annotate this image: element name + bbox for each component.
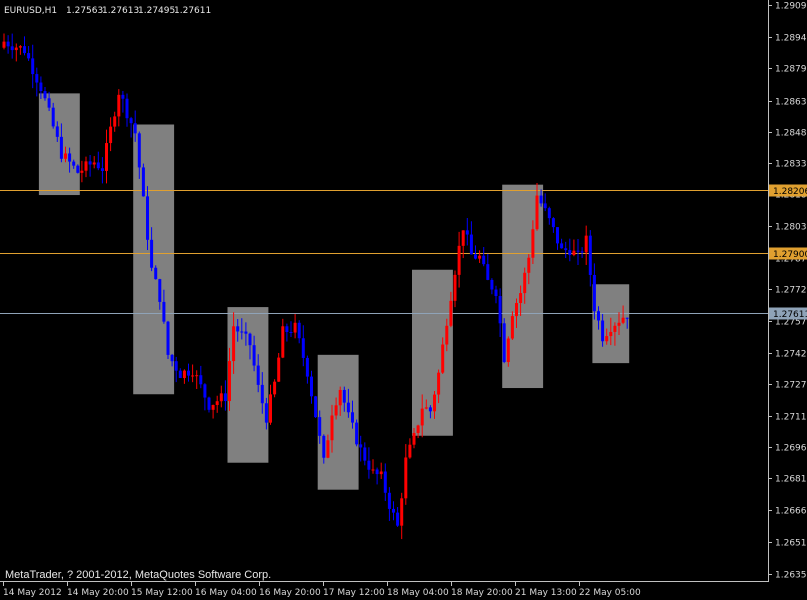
price-tick-6: 1.28335	[768, 160, 807, 170]
time-tick-8: 18 May 20:00	[451, 581, 513, 598]
svg-text:14 May 20:00: 14 May 20:00	[67, 588, 129, 598]
svg-text:1.26510: 1.26510	[775, 539, 807, 549]
level-tag-1: 1.28206	[769, 184, 807, 197]
svg-text:1.27900: 1.27900	[773, 250, 807, 260]
svg-text:1.28940: 1.28940	[775, 34, 807, 44]
copyright-notice: MetaTrader, ? 2001-2012, MetaQuotes Soft…	[5, 569, 271, 581]
svg-text:21 May 13:00: 21 May 13:00	[515, 588, 577, 598]
svg-text:1.27725: 1.27725	[775, 286, 807, 296]
time-tick-2: 14 May 20:00	[67, 581, 129, 598]
price-tick-14: 1.27115	[768, 413, 807, 423]
ohlc-open: 1.27563	[66, 6, 103, 16]
svg-text:1.29095: 1.29095	[775, 2, 807, 12]
time-axis: 14 May 2012 14 May 20:00 15 May 12:00 16 Ma…	[3, 581, 641, 598]
svg-text:1.27420: 1.27420	[775, 350, 807, 360]
candle-77	[314, 395, 318, 418]
ohlc-high: 1.27613	[102, 6, 139, 16]
time-tick-5: 16 May 20:00	[259, 581, 321, 598]
svg-text:18 May 20:00: 18 May 20:00	[451, 588, 513, 598]
price-tick-5: 1.28485	[768, 129, 807, 139]
time-tick-4: 16 May 04:00	[195, 581, 257, 598]
price-tick-17: 1.26660	[768, 507, 807, 517]
price-tick-1: 1.29095	[768, 2, 807, 12]
shaded-zone-1[interactable]	[38, 93, 80, 196]
price-tick-3: 1.28790	[768, 65, 807, 75]
svg-text:18 May 04:00: 18 May 04:00	[387, 588, 449, 598]
svg-text:1.28206: 1.28206	[773, 187, 807, 197]
plot-background	[0, 0, 768, 581]
level-tag-2: 1.27900	[769, 247, 807, 260]
svg-text:16 May 20:00: 16 May 20:00	[259, 588, 321, 598]
price-tick-18: 1.26510	[768, 539, 807, 549]
price-tick-19: 1.26355	[768, 571, 807, 581]
svg-text:22 May 05:00: 22 May 05:00	[579, 588, 641, 598]
svg-text:1.27611: 1.27611	[773, 310, 807, 320]
price-tick-15: 1.26965	[768, 444, 807, 454]
chart-canvas[interactable]: 1.29095 1.28940 1.28790 1.28635 1.28485 1.283…	[0, 0, 807, 600]
time-tick-9: 21 May 13:00	[515, 581, 577, 598]
time-tick-1: 14 May 2012	[3, 581, 62, 598]
level-price-tags: 1.28206 1.27900 1.27611	[769, 184, 807, 320]
level-tag-3: 1.27611	[769, 307, 807, 320]
candle-87	[355, 419, 359, 447]
time-tick-3: 15 May 12:00	[131, 581, 193, 598]
candle-19	[76, 164, 80, 174]
time-tick-7: 18 May 04:00	[387, 581, 449, 598]
price-tick-8: 1.28030	[768, 223, 807, 233]
svg-text:1.28335: 1.28335	[775, 160, 807, 170]
svg-text:17 May 12:00: 17 May 12:00	[323, 588, 385, 598]
svg-text:1.26815: 1.26815	[775, 475, 807, 485]
svg-text:16 May 04:00: 16 May 04:00	[195, 588, 257, 598]
shaded-zone-5[interactable]	[412, 269, 453, 436]
svg-text:1.28485: 1.28485	[775, 129, 807, 139]
price-axis: 1.29095 1.28940 1.28790 1.28635 1.28485 1.283…	[768, 2, 807, 581]
ohlc-close: 1.27611	[174, 6, 211, 16]
svg-text:14 May 2012: 14 May 2012	[3, 588, 62, 598]
svg-text:1.26965: 1.26965	[775, 444, 807, 454]
candle-35	[141, 163, 145, 197]
svg-text:1.27115: 1.27115	[775, 413, 807, 423]
svg-text:1.26660: 1.26660	[775, 507, 807, 517]
price-tick-4: 1.28635	[768, 98, 807, 108]
time-tick-6: 17 May 12:00	[323, 581, 385, 598]
svg-text:1.28030: 1.28030	[775, 223, 807, 233]
svg-text:1.27270: 1.27270	[775, 381, 807, 391]
candle-123	[502, 318, 506, 364]
time-tick-10: 22 May 05:00	[579, 581, 641, 598]
candle-41	[166, 320, 170, 359]
price-tick-2: 1.28940	[768, 34, 807, 44]
price-tick-10: 1.27725	[768, 286, 807, 296]
svg-text:1.28635: 1.28635	[775, 98, 807, 108]
svg-text:15 May 12:00: 15 May 12:00	[131, 588, 193, 598]
chart-title: EURUSD,H1	[4, 6, 57, 16]
ohlc-low: 1.27495	[138, 6, 175, 16]
svg-text:1.28790: 1.28790	[775, 65, 807, 75]
price-tick-12: 1.27420	[768, 350, 807, 360]
price-tick-13: 1.27270	[768, 381, 807, 391]
price-tick-16: 1.26815	[768, 475, 807, 485]
chart-window[interactable]: 1.29095 1.28940 1.28790 1.28635 1.28485 1.283…	[0, 0, 807, 600]
svg-text:1.26355: 1.26355	[775, 571, 807, 581]
